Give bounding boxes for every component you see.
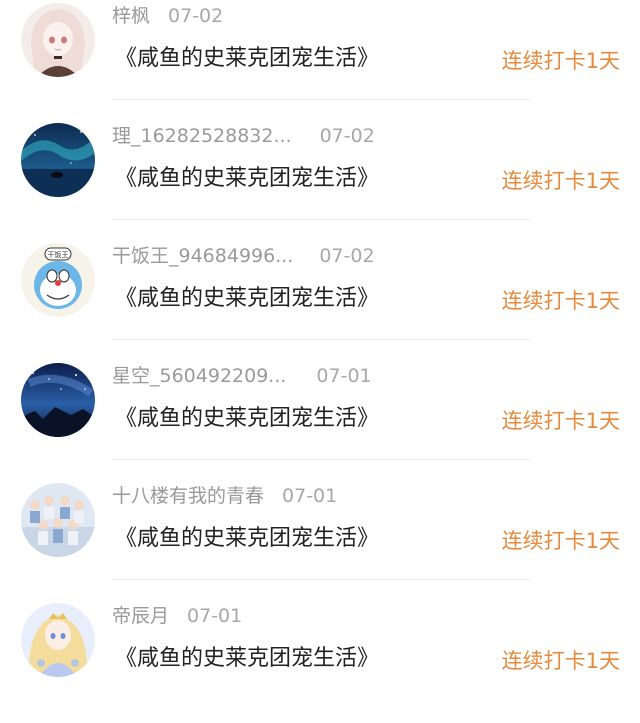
entry-meta: 十八楼有我的青春 07-01 (112, 483, 337, 509)
streak-label: 连续打卡1天 (501, 409, 620, 433)
username[interactable]: 星空_560492209... (112, 363, 286, 389)
entry-meta: 梓枫 07-02 (112, 3, 223, 29)
checkin-list: 梓枫 07-02 《咸鱼的史莱克团宠生活》 连续打卡1天 理_162825288… (0, 0, 640, 700)
doraemon-avatar[interactable]: 干饭王 (21, 243, 95, 317)
list-item[interactable]: 梓枫 07-02 《咸鱼的史莱克团宠生活》 连续打卡1天 (0, 3, 640, 123)
entry-meta: 星空_560492209... 07-01 (112, 363, 372, 389)
streak-label: 连续打卡1天 (501, 649, 620, 673)
book-title[interactable]: 《咸鱼的史莱克团宠生活》 (115, 403, 379, 435)
avatar-caption: 干饭王 (48, 250, 69, 259)
checkin-date: 07-02 (168, 5, 224, 27)
username[interactable]: 十八楼有我的青春 (112, 483, 264, 509)
checkin-date: 07-02 (319, 125, 375, 147)
divider (112, 459, 530, 460)
entry-meta: 理_16282528832... 07-02 (112, 123, 375, 149)
username[interactable]: 干饭王_94684996... (112, 243, 293, 269)
divider (112, 219, 530, 220)
username[interactable]: 理_16282528832... (112, 123, 292, 149)
list-item[interactable]: 干饭王 干饭王_94684996... 07-02 《咸鱼的史莱克团宠生活》 连续… (0, 243, 640, 363)
list-item[interactable]: 十八楼有我的青春 07-01 《咸鱼的史莱克团宠生活》 连续打卡1天 (0, 483, 640, 603)
checkin-date: 07-01 (282, 485, 338, 507)
username[interactable]: 梓枫 (112, 3, 150, 29)
aurora-night-avatar[interactable] (21, 123, 95, 197)
anime-girl-avatar[interactable] (21, 3, 95, 77)
divider (112, 579, 530, 580)
checkin-date: 07-01 (187, 605, 243, 627)
divider (112, 99, 530, 100)
starry-sky-avatar[interactable] (21, 363, 95, 437)
streak-label: 连续打卡1天 (501, 49, 620, 73)
list-item[interactable]: 理_16282528832... 07-02 《咸鱼的史莱克团宠生活》 连续打卡1… (0, 123, 640, 243)
group-photo-avatar[interactable] (21, 483, 95, 557)
streak-label: 连续打卡1天 (501, 289, 620, 313)
streak-label: 连续打卡1天 (501, 169, 620, 193)
list-item[interactable]: 帝辰月 07-01 《咸鱼的史莱克团宠生活》 连续打卡1天 (0, 603, 640, 723)
divider (112, 339, 530, 340)
book-title[interactable]: 《咸鱼的史莱克团宠生活》 (115, 523, 379, 555)
entry-meta: 干饭王_94684996... 07-02 (112, 243, 375, 269)
book-title[interactable]: 《咸鱼的史莱克团宠生活》 (115, 43, 379, 75)
entry-meta: 帝辰月 07-01 (112, 603, 242, 629)
checkin-date: 07-02 (319, 245, 375, 267)
list-item[interactable]: 星空_560492209... 07-01 《咸鱼的史莱克团宠生活》 连续打卡1天 (0, 363, 640, 483)
streak-label: 连续打卡1天 (501, 529, 620, 553)
book-title[interactable]: 《咸鱼的史莱克团宠生活》 (115, 643, 379, 675)
book-title[interactable]: 《咸鱼的史莱克团宠生活》 (115, 163, 379, 195)
book-title[interactable]: 《咸鱼的史莱克团宠生活》 (115, 283, 379, 315)
anime-princess-avatar[interactable] (21, 603, 95, 677)
username[interactable]: 帝辰月 (112, 603, 169, 629)
checkin-date: 07-01 (316, 365, 372, 387)
